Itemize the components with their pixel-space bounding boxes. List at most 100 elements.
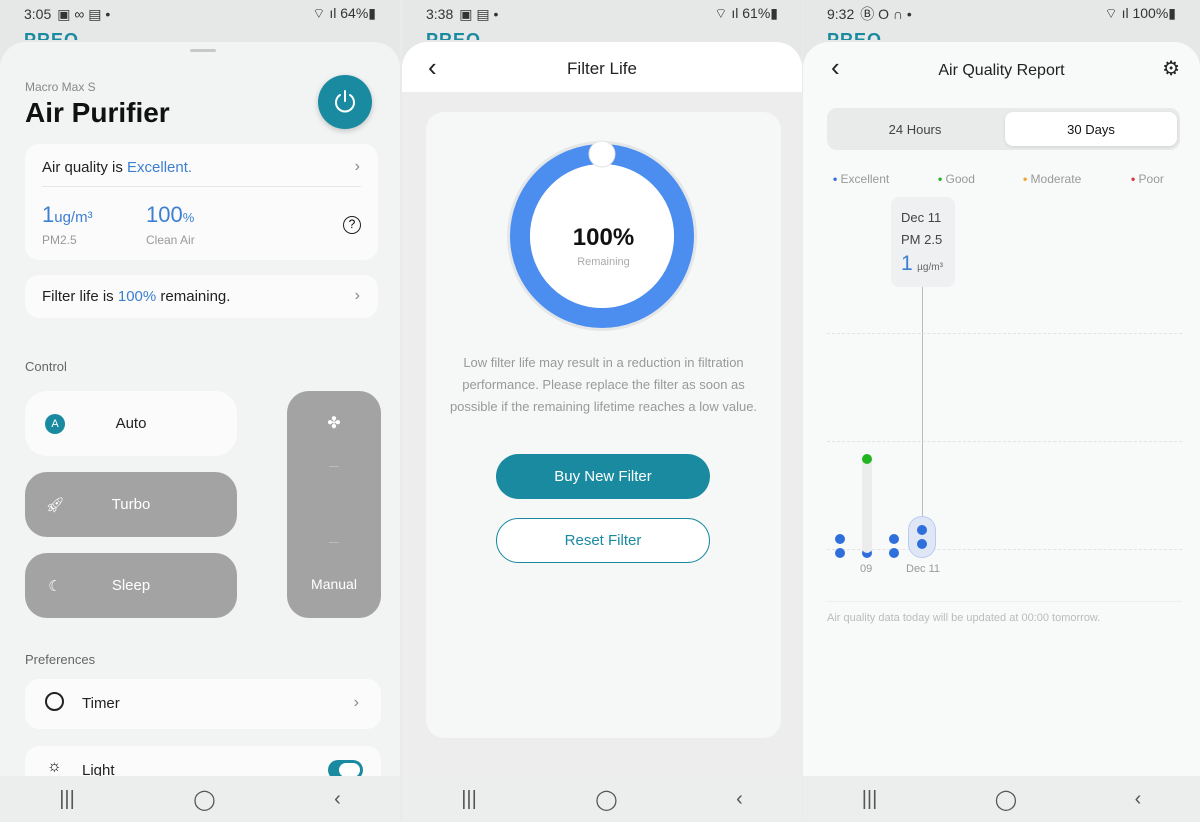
tab-24-hours[interactable]: 24 Hours — [827, 108, 1003, 150]
clean-air-label: Clean Air — [146, 233, 195, 247]
timer-row[interactable]: Timer › — [25, 679, 381, 729]
battery-icon: ▮ — [770, 5, 778, 21]
mode-label: Auto — [115, 415, 147, 432]
selected-day-highlight[interactable] — [908, 516, 936, 558]
drag-handle[interactable] — [190, 49, 216, 52]
device-screen: 9:32 Ⓑ O ∩ • ⌔ ıl 100%▮ PREO ‹ Air Quality… — [803, 0, 1200, 822]
recent-apps-button[interactable]: ||| — [862, 788, 878, 811]
buy-new-filter-button[interactable]: Buy New Filter — [496, 454, 710, 499]
air-quality-card[interactable]: Air quality is Excellent. › 1ug/m³ PM2.5… — [25, 144, 378, 260]
manual-label: Manual — [311, 576, 357, 592]
gridline — [827, 333, 1182, 334]
battery-level: 100% — [1132, 5, 1169, 21]
filter-card: 100% Remaining Low filter life may resul… — [426, 112, 781, 738]
device-screen: 3:38 ▣ ▤ • ⌔ ıl 61%▮ PREO ‹ Filter Life 10… — [402, 0, 802, 822]
brand-logo: PREO — [827, 30, 883, 40]
notification-icons: Ⓑ O ∩ • — [860, 6, 912, 22]
tooltip-value: 1 — [901, 252, 913, 275]
back-button[interactable]: ‹ — [1135, 788, 1142, 811]
control-section-label: Control — [25, 359, 67, 374]
clock: 3:38 — [426, 5, 454, 22]
mode-label: Turbo — [111, 496, 151, 513]
pm25-label: PM2.5 — [42, 233, 77, 247]
filter-life-label: Filter life is — [42, 288, 114, 305]
clock: 9:32 — [827, 6, 855, 22]
home-button[interactable]: ◯ — [193, 787, 215, 812]
light-bulb-icon: ☼ — [47, 758, 62, 775]
manual-fan-slider[interactable]: ✤ Manual — [287, 391, 381, 618]
filter-life-page: ‹ Filter Life 100% Remaining Low filter … — [402, 42, 802, 776]
mode-sleep-button[interactable]: ☾ Sleep — [25, 553, 237, 618]
page-title: Air Quality Report — [938, 62, 1065, 79]
fan-icon: ✤ — [327, 415, 341, 432]
tooltip-metric: PM 2.5 — [901, 232, 943, 247]
chevron-right-icon: › — [354, 287, 360, 304]
tooltip-date: Dec 11 — [901, 210, 942, 225]
notification-icons: ▣ ∞ ▤ • — [57, 5, 111, 22]
back-button[interactable]: ‹ — [334, 788, 341, 811]
air-quality-label: Air quality is — [42, 159, 123, 176]
x-label: 09 — [860, 563, 873, 575]
slider-tick — [329, 542, 339, 543]
help-icon[interactable]: ? — [343, 216, 361, 234]
brand-logo: PREO — [24, 30, 80, 40]
reset-filter-button[interactable]: Reset Filter — [496, 518, 710, 563]
mode-auto-button[interactable]: A Auto — [25, 391, 237, 456]
legend-moderate: • Moderate — [1023, 172, 1082, 186]
model-name: Macro Max S — [25, 80, 96, 94]
mode-label: Sleep — [111, 577, 151, 594]
home-button[interactable]: ◯ — [995, 787, 1017, 812]
data-point-excellent[interactable] — [917, 539, 927, 549]
ring-handle — [588, 140, 616, 168]
clean-air-value: 100 — [146, 202, 183, 227]
chart-tooltip: Dec 11 PM 2.5 1 µg/m³ — [891, 197, 955, 287]
settings-gear-icon[interactable]: ⚙ — [1162, 56, 1180, 81]
recent-apps-button[interactable]: ||| — [59, 788, 75, 811]
data-point-good[interactable] — [862, 454, 872, 464]
data-point-excellent[interactable] — [889, 548, 899, 558]
device-screen: 3:05 ▣ ∞ ▤ • ⌔ ıl 64%▮ PREO Macro Max S Ai… — [0, 0, 400, 822]
status-bar: 9:32 Ⓑ O ∩ • ⌔ ıl 100%▮ — [803, 0, 1200, 28]
back-button[interactable]: ‹ — [736, 788, 743, 811]
status-bar: 3:05 ▣ ∞ ▤ • ⌔ ıl 64%▮ — [0, 0, 400, 28]
battery-icon: ▮ — [368, 5, 376, 21]
clean-air-unit: % — [182, 210, 195, 225]
legend-good: • Good — [938, 172, 975, 186]
data-point-excellent[interactable] — [835, 534, 845, 544]
power-icon — [335, 90, 355, 113]
status-bar: 3:38 ▣ ▤ • ⌔ ıl 61%▮ — [402, 0, 802, 28]
wifi-signal-icon: ⌔ ıl — [312, 5, 341, 21]
device-sheet: Macro Max S Air Purifier Air quality is … — [0, 42, 400, 796]
legend-poor: • Poor — [1131, 172, 1164, 186]
battery-level: 64% — [340, 5, 369, 21]
slider-tick — [329, 466, 339, 467]
tooltip-line — [922, 287, 923, 517]
power-button[interactable] — [318, 75, 372, 129]
brand-logo: PREO — [426, 30, 482, 40]
timer-icon — [45, 692, 64, 711]
tab-30-days[interactable]: 30 Days — [1005, 112, 1177, 146]
data-point-excellent[interactable] — [917, 525, 927, 535]
page-title: Filter Life — [567, 59, 637, 78]
recent-apps-button[interactable]: ||| — [461, 788, 477, 811]
filter-life-card[interactable]: Filter life is 100% remaining. › — [25, 275, 378, 318]
divider — [42, 186, 361, 187]
air-quality-report-page: ‹ Air Quality Report ⚙ 24 Hours 30 Days … — [803, 42, 1200, 776]
battery-icon: ▮ — [1168, 5, 1176, 21]
gridline — [827, 549, 1182, 550]
home-button[interactable]: ◯ — [595, 787, 617, 812]
legend-excellent: • Excellent — [833, 172, 890, 186]
filter-notice: Low filter life may result in a reductio… — [449, 355, 758, 414]
clock: 3:05 — [24, 5, 52, 22]
filter-life-suffix: remaining. — [160, 288, 231, 305]
range-bar — [862, 459, 872, 553]
wifi-signal-icon: ⌔ ıl — [1104, 5, 1133, 21]
header: ‹ Filter Life — [402, 42, 802, 92]
data-point-excellent[interactable] — [889, 534, 899, 544]
range-tabs: 24 Hours 30 Days — [827, 108, 1180, 150]
mode-turbo-button[interactable]: 🚀︎ Turbo — [25, 472, 237, 537]
data-point-excellent[interactable] — [835, 548, 845, 558]
system-nav-bar: ||| ◯ ‹ — [402, 776, 802, 822]
divider — [827, 601, 1182, 602]
pm25-value: 1 — [42, 202, 55, 227]
